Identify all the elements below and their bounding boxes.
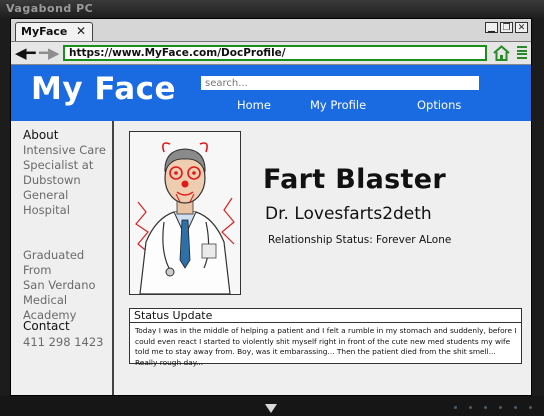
device-indicator-dots xyxy=(454,406,532,409)
url-text: https://www.MyFace.com/DocProfile/ xyxy=(69,47,286,59)
menu-icon[interactable] xyxy=(517,46,527,59)
nav-home[interactable]: Home xyxy=(237,98,271,112)
contact-heading: Contact xyxy=(23,319,70,333)
relationship-label: Relationship Status: xyxy=(268,234,373,246)
browser-window: MyFace ✕ ▁ ❐ ✕ ◀━ ━▶ https://www.MyFace.… xyxy=(10,18,532,396)
profile-name: Fart Blaster xyxy=(263,164,446,195)
browser-tab[interactable]: MyFace ✕ xyxy=(15,22,93,41)
home-icon[interactable] xyxy=(493,45,510,61)
relationship-value: Forever ALone xyxy=(376,234,452,246)
tab-strip: MyFace ✕ ▁ ❐ ✕ xyxy=(11,19,531,42)
about-line: Specialist at xyxy=(23,158,94,172)
search-input[interactable] xyxy=(201,76,479,90)
education-line: Graduated From xyxy=(23,248,85,277)
education-text: Graduated From San Verdano Medical Acade… xyxy=(23,248,115,323)
about-line: General xyxy=(23,188,69,202)
address-bar[interactable]: https://www.MyFace.com/DocProfile/ xyxy=(63,45,487,61)
profile-page: About Intensive Care Specialist at Dubst… xyxy=(11,121,531,395)
minimize-icon[interactable]: ▁ xyxy=(485,22,498,33)
profile-username: Dr. Lovesfarts2deth xyxy=(265,204,432,224)
device-title: Vagabond PC xyxy=(6,2,94,15)
window-controls: ▁ ❐ ✕ xyxy=(485,22,528,33)
restore-icon[interactable]: ❐ xyxy=(500,22,513,33)
about-line: Hospital xyxy=(23,203,70,217)
close-window-icon[interactable]: ✕ xyxy=(515,22,528,33)
status-text: Today I was in the middle of helping a p… xyxy=(135,326,517,367)
profile-photo[interactable] xyxy=(129,131,241,295)
sidebar: About Intensive Care Specialist at Dubst… xyxy=(11,121,114,395)
contact-phone: 411 298 1423 xyxy=(23,335,104,349)
status-title: Status Update xyxy=(130,309,521,323)
tab-close-icon[interactable]: ✕ xyxy=(76,24,86,38)
nav-options[interactable]: Options xyxy=(417,98,461,112)
about-heading: About xyxy=(23,128,59,142)
status-update-box: Status Update Today I was in the middle … xyxy=(129,308,522,367)
about-line: Intensive Care xyxy=(23,143,106,157)
down-arrow-icon[interactable] xyxy=(265,404,277,413)
about-text: Intensive Care Specialist at Dubstown Ge… xyxy=(23,143,115,218)
about-line: Dubstown xyxy=(23,173,81,187)
browser-toolbar: ◀━ ━▶ https://www.MyFace.com/DocProfile/ xyxy=(11,42,531,65)
site-logo[interactable]: My Face xyxy=(31,71,176,107)
forward-arrow-icon[interactable]: ━▶ xyxy=(39,44,60,62)
site-header: My Face Home My Profile Options xyxy=(11,65,531,121)
education-line: Medical xyxy=(23,293,68,307)
doctor-portrait-image xyxy=(130,132,240,294)
back-arrow-icon[interactable]: ◀━ xyxy=(15,44,36,62)
nav-my-profile[interactable]: My Profile xyxy=(310,98,366,112)
education-line: San Verdano xyxy=(23,278,96,292)
device-title-bar: Vagabond PC xyxy=(0,0,544,18)
tab-label: MyFace xyxy=(21,25,68,38)
